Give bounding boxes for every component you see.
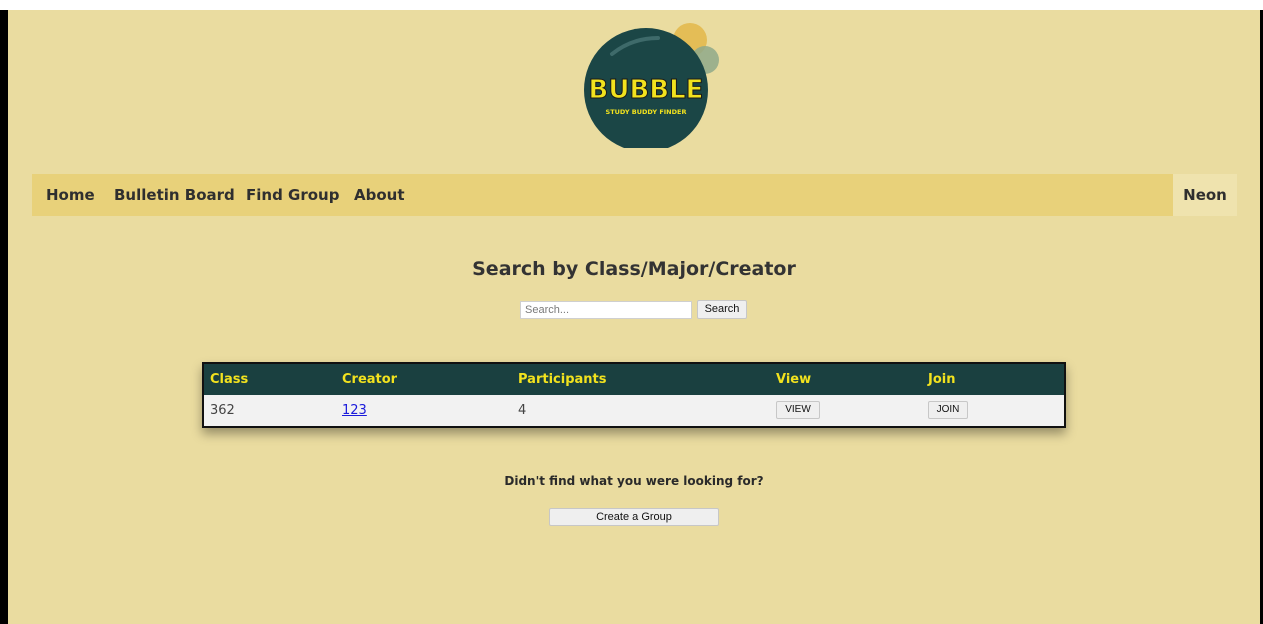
cell-class: 362 <box>210 403 235 418</box>
nav-user-account[interactable]: Neon <box>1173 174 1237 216</box>
nav-home[interactable]: Home <box>46 174 95 216</box>
logo-title: BUBBLE <box>589 75 704 105</box>
logo-subtitle: STUDY BUDDY FINDER <box>606 108 687 116</box>
view-button[interactable]: VIEW <box>776 401 820 419</box>
header-participants: Participants <box>518 372 607 387</box>
not-found-prompt: Didn't find what you were looking for? <box>504 474 764 488</box>
cell-participants: 4 <box>518 403 527 418</box>
page-frame: BUBBLE STUDY BUDDY FINDER Home Bulletin … <box>0 10 1263 624</box>
header-class: Class <box>210 372 249 387</box>
nav-bulletin-board[interactable]: Bulletin Board <box>114 174 235 216</box>
header-join: Join <box>928 372 956 387</box>
search-button[interactable]: Search <box>697 300 747 319</box>
page-canvas: BUBBLE STUDY BUDDY FINDER Home Bulletin … <box>8 10 1260 624</box>
create-group-button[interactable]: Create a Group <box>549 508 719 526</box>
header-view: View <box>776 372 812 387</box>
cell-creator: 123 <box>342 395 367 426</box>
creator-link[interactable]: 123 <box>342 403 367 418</box>
nav-find-group[interactable]: Find Group <box>246 174 339 216</box>
bubble-logo: BUBBLE STUDY BUDDY FINDER <box>580 18 730 148</box>
table-row: 362 123 4 VIEW JOIN <box>204 395 1064 426</box>
top-nav: Home Bulletin Board Find Group About Neo… <box>32 174 1237 216</box>
join-button[interactable]: JOIN <box>928 401 968 419</box>
search-input[interactable] <box>520 301 692 319</box>
nav-about[interactable]: About <box>354 174 405 216</box>
search-heading: Search by Class/Major/Creator <box>472 258 796 280</box>
header-creator: Creator <box>342 372 398 387</box>
results-table: Class Creator Participants View Join 362… <box>202 362 1066 428</box>
